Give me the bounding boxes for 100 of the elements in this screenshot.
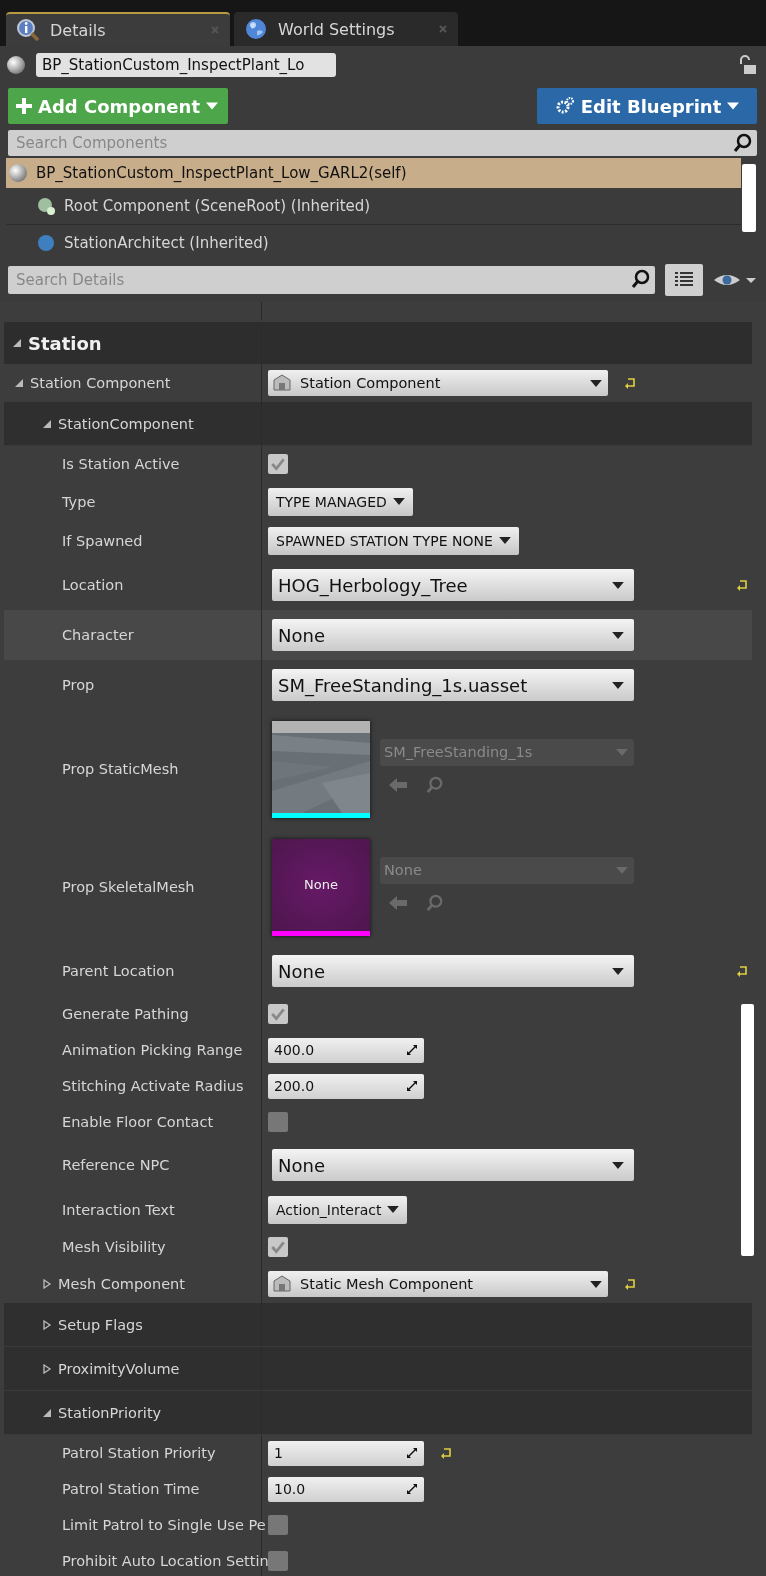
sphere-icon <box>8 163 28 183</box>
property-label: Is Station Active <box>62 456 180 472</box>
resize-arrows-icon[interactable] <box>406 1080 418 1092</box>
expand-arrow-icon[interactable] <box>42 1279 52 1289</box>
property-label: Patrol Station Priority <box>62 1445 216 1461</box>
property-label: Interaction Text <box>62 1201 175 1218</box>
reset-arrow-icon[interactable] <box>440 1447 452 1459</box>
plus-icon <box>16 98 32 114</box>
caret-icon <box>612 1161 624 1169</box>
component-tree-item[interactable]: BP_StationCustom_InspectPlant_Low_GARL2(self) <box>6 158 741 188</box>
property-label: Prohibit Auto Location Settin <box>62 1553 269 1569</box>
property-label: Location <box>62 577 124 593</box>
caret-icon <box>612 681 624 689</box>
search-icon[interactable] <box>733 133 753 153</box>
resize-arrows-icon[interactable] <box>406 1447 418 1459</box>
reset-arrow-icon[interactable] <box>624 377 636 389</box>
expand-arrow-icon[interactable] <box>42 1407 52 1418</box>
property-label: Station Component <box>30 375 171 391</box>
search-icon[interactable] <box>631 269 651 289</box>
globe-icon <box>244 17 268 41</box>
number-field[interactable]: 400.0 <box>268 1037 424 1063</box>
combo-box[interactable]: Action_Interact <box>268 1195 408 1224</box>
check-icon <box>270 456 286 472</box>
property-label: Parent Location <box>62 963 175 979</box>
number-field[interactable]: 200.0 <box>268 1073 424 1099</box>
dropdown[interactable]: None <box>272 619 634 651</box>
sphere-icon <box>6 55 26 75</box>
edit-blueprint-button[interactable]: Edit Blueprint <box>537 88 757 124</box>
expand-arrow-icon[interactable] <box>42 1319 52 1330</box>
caret-icon <box>392 498 405 505</box>
number-field[interactable]: 10.0 <box>268 1476 424 1502</box>
caret-icon <box>612 631 624 639</box>
property-label: Animation Picking Range <box>62 1042 243 1058</box>
caret-icon <box>727 102 740 110</box>
component-dropdown[interactable]: Station Component <box>268 370 608 396</box>
property-label: Stitching Activate Radius <box>62 1078 244 1094</box>
property-label: Prop SkeletalMesh <box>62 879 195 895</box>
dropdown[interactable]: HOG_Herbology_Tree <box>272 569 634 601</box>
property-label: Mesh Visibility <box>62 1239 166 1255</box>
checkbox[interactable] <box>268 454 288 474</box>
component-dropdown[interactable]: Static Mesh Component <box>268 1271 608 1297</box>
empty-thumbnail: None <box>272 838 370 931</box>
property-label: If Spawned <box>62 532 143 549</box>
expand-arrow-icon[interactable] <box>42 418 52 429</box>
property-label: Character <box>62 627 134 643</box>
component-tree-item[interactable]: Root Component (SceneRoot) (Inherited) <box>6 188 741 225</box>
gear-icon <box>554 96 575 116</box>
caret-icon <box>612 581 624 589</box>
search-details-field[interactable]: Search Details <box>8 266 655 294</box>
name-field[interactable]: BP_StationCustom_InspectPlant_Lo <box>36 53 336 77</box>
caret-icon <box>590 1280 602 1288</box>
dropdown[interactable]: SM_FreeStanding_1s.uasset <box>272 669 634 701</box>
resize-arrows-icon[interactable] <box>406 1483 418 1495</box>
caret-icon <box>206 102 218 110</box>
scrollbar-thumb[interactable] <box>741 1004 754 1256</box>
resize-arrows-icon[interactable] <box>406 1044 418 1056</box>
property-label: StationPriority <box>58 1404 162 1421</box>
property-label: Setup Flags <box>58 1316 143 1333</box>
dropdown[interactable]: None <box>272 955 634 987</box>
property-label: Reference NPC <box>62 1157 170 1173</box>
expand-arrow-icon[interactable] <box>12 338 22 348</box>
check-icon <box>270 1006 286 1022</box>
expand-arrow-icon[interactable] <box>42 1363 52 1374</box>
combo-box[interactable]: TYPE MANAGED <box>268 487 413 516</box>
expand-arrow-icon[interactable] <box>14 378 24 388</box>
reset-arrow-icon[interactable] <box>624 1278 636 1290</box>
number-field[interactable]: 1 <box>268 1440 424 1466</box>
checkbox[interactable] <box>268 1551 288 1571</box>
reset-arrow-icon[interactable] <box>736 579 748 591</box>
caret-icon <box>616 866 628 874</box>
caret-icon <box>387 1206 400 1213</box>
property-label: Enable Floor Contact <box>62 1114 214 1130</box>
checkbox[interactable] <box>268 1004 288 1024</box>
house-icon <box>272 1274 292 1294</box>
reset-arrow-icon[interactable] <box>736 965 748 977</box>
unlocked-padlock-icon[interactable] <box>737 54 757 76</box>
property-label: Generate Pathing <box>62 1006 189 1022</box>
panel-tab[interactable]: Details <box>6 12 230 46</box>
property-label: Mesh Component <box>58 1276 185 1292</box>
component-tree-item[interactable]: StationArchitect (Inherited) <box>6 225 741 256</box>
property-label: Prop StaticMesh <box>62 761 179 777</box>
checkbox[interactable] <box>268 1515 288 1535</box>
search-components-field[interactable]: Search Components <box>8 130 757 156</box>
property-label: Patrol Station Time <box>62 1481 200 1497</box>
list-icon <box>674 271 694 289</box>
caret-icon <box>612 967 624 975</box>
caret-icon <box>590 379 602 387</box>
property-label: Prop <box>62 677 95 693</box>
checkbox[interactable] <box>268 1237 288 1257</box>
property-label: Limit Patrol to Single Use Pe <box>62 1517 266 1533</box>
checkbox[interactable] <box>268 1112 288 1132</box>
check-icon <box>270 1239 286 1255</box>
view-options-button[interactable] <box>665 264 703 296</box>
property-label: Type <box>62 493 96 510</box>
combo-box[interactable]: SPAWNED STATION TYPE NONE <box>268 526 519 555</box>
caret-icon <box>616 748 628 756</box>
caret-icon <box>498 537 511 544</box>
scrollbar-thumb[interactable] <box>742 164 756 232</box>
dropdown[interactable]: None <box>272 1149 634 1181</box>
panel-tab[interactable]: World Settings <box>234 12 458 46</box>
